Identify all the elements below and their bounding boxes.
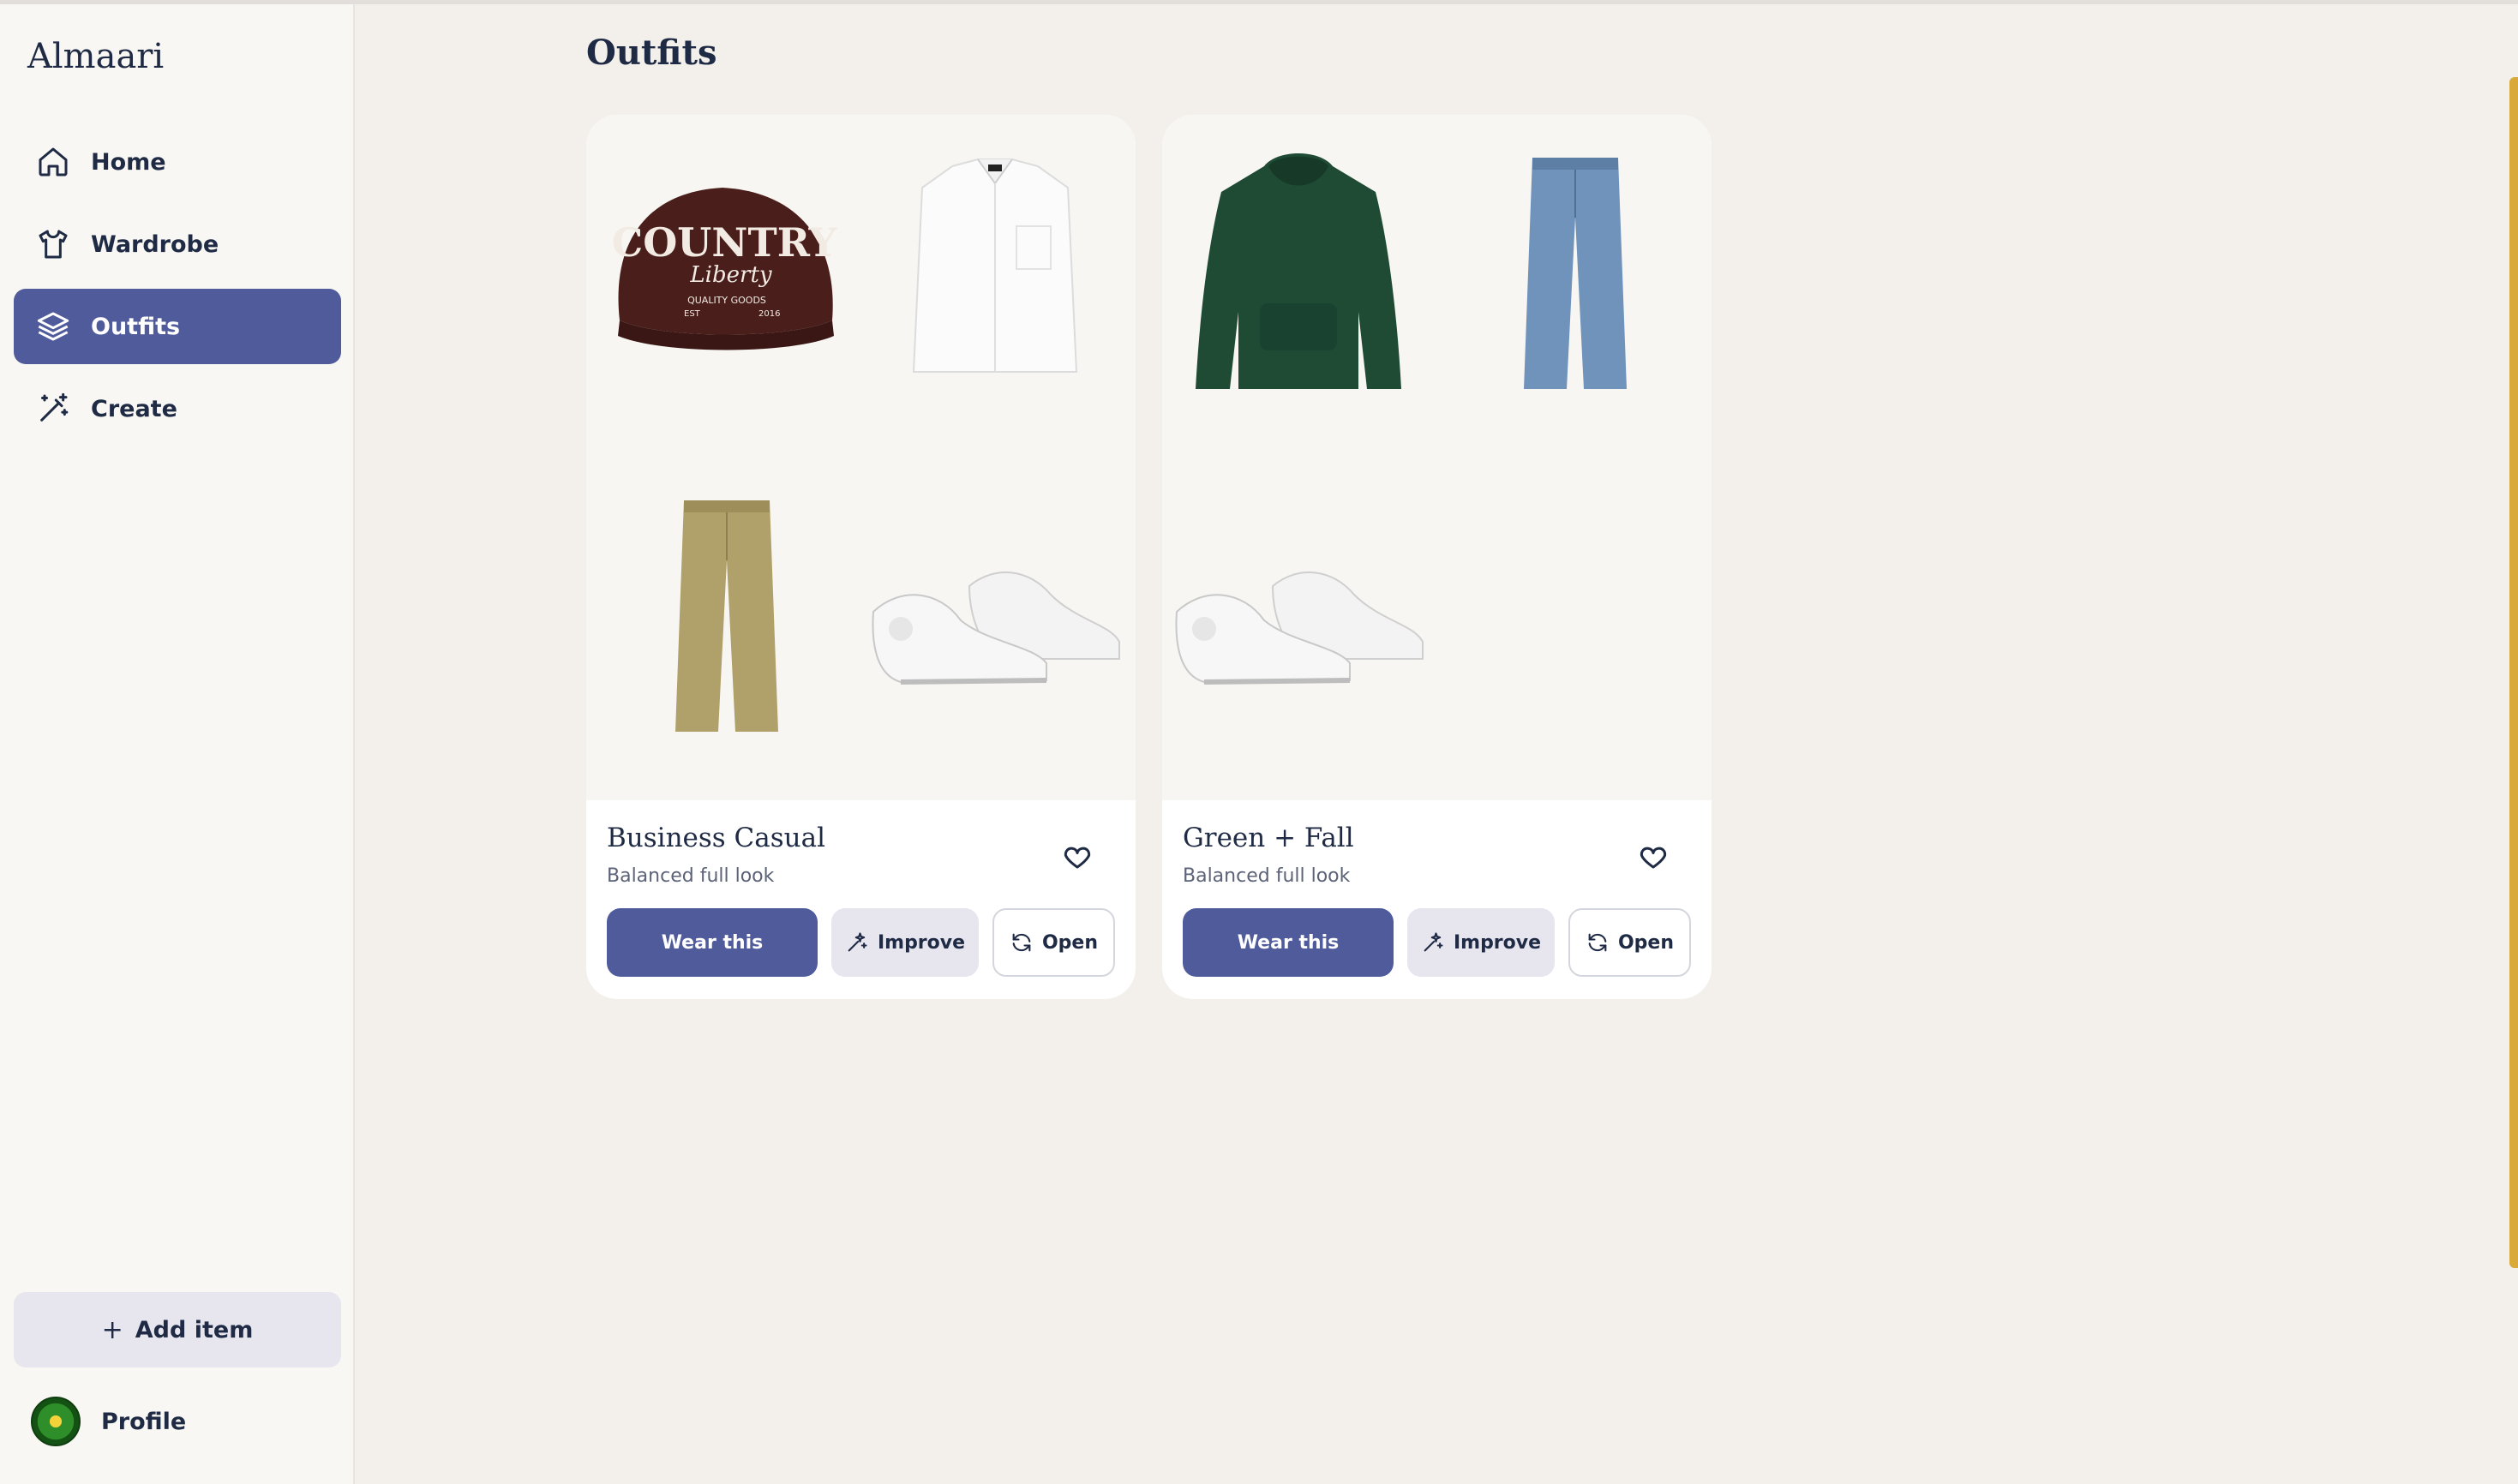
shirt-icon [34, 225, 72, 263]
heart-icon[interactable] [1062, 841, 1096, 876]
improve-label: Improve [1453, 931, 1542, 954]
open-label: Open [1617, 931, 1675, 954]
open-label: Open [1041, 931, 1099, 954]
top-border [0, 0, 2518, 4]
plus-icon: + [101, 1314, 123, 1345]
sidebar-item-create[interactable]: Create [14, 371, 341, 446]
shirt-image [862, 132, 1128, 406]
sidebar-item-wardrobe[interactable]: Wardrobe [14, 206, 341, 282]
sneakers-image [1166, 475, 1431, 749]
sidebar-item-home[interactable]: Home [14, 124, 341, 200]
sneakers-image [862, 475, 1128, 749]
sidebar-item-label: Outfits [91, 313, 181, 340]
outfit-image-grid [1162, 115, 1712, 800]
page-title: Outfits [586, 33, 717, 73]
home-icon [34, 143, 72, 181]
open-button[interactable]: Open [1568, 908, 1691, 977]
outfit-subtitle: Balanced full look [1183, 865, 1351, 887]
outfit-title: Green + Fall [1183, 823, 1354, 853]
outfit-title: Business Casual [607, 823, 826, 853]
layers-icon [34, 308, 72, 345]
add-item-label: Add item [135, 1316, 254, 1343]
outfit-card[interactable]: Green + Fall Balanced full look Wear thi… [1162, 115, 1712, 999]
wear-this-label: Wear this [661, 931, 764, 954]
profile-label: Profile [101, 1408, 187, 1435]
outfit-card[interactable]: COUNTRY Liberty QUALITY GOODS EST 2016 B… [586, 115, 1136, 999]
cap-image: COUNTRY Liberty QUALITY GOODS EST 2016 [590, 132, 855, 406]
hoodie-image [1166, 132, 1431, 406]
sidebar-item-label: Wardrobe [91, 230, 219, 258]
sidebar-item-label: Home [91, 148, 166, 176]
cap-text-year: 2016 [758, 309, 780, 319]
profile-link[interactable]: Profile [31, 1396, 186, 1447]
app-brand: Almaari [27, 37, 165, 76]
improve-button[interactable]: Improve [1407, 908, 1555, 977]
improve-button[interactable]: Improve [831, 908, 979, 977]
magic-wand-icon [34, 390, 72, 428]
wear-this-button[interactable]: Wear this [607, 908, 818, 977]
sparkles-icon [1424, 932, 1443, 952]
sidebar: Almaari Home Wardrobe Outfits Create + A… [0, 4, 355, 1484]
sidebar-nav: Home Wardrobe Outfits Create [14, 124, 341, 453]
cap-text-country: COUNTRY [612, 219, 838, 266]
outfit-subtitle: Balanced full look [607, 865, 775, 887]
outfit-image-grid: COUNTRY Liberty QUALITY GOODS EST 2016 [586, 115, 1136, 800]
refresh-icon [1588, 933, 1607, 952]
heart-icon[interactable] [1638, 841, 1672, 876]
chinos-image [590, 475, 855, 749]
sidebar-item-label: Create [91, 395, 177, 422]
wear-this-label: Wear this [1237, 931, 1340, 954]
improve-label: Improve [877, 931, 966, 954]
cap-text-quality: QUALITY GOODS [687, 295, 766, 306]
refresh-icon [1012, 933, 1031, 952]
jeans-image [1438, 132, 1704, 406]
open-button[interactable]: Open [992, 908, 1115, 977]
add-item-button[interactable]: + Add item [14, 1292, 341, 1367]
cap-text-est: EST [684, 309, 701, 319]
wear-this-button[interactable]: Wear this [1183, 908, 1394, 977]
scrollbar[interactable] [2509, 77, 2518, 1268]
sidebar-item-outfits[interactable]: Outfits [14, 289, 341, 364]
sparkles-icon [848, 932, 867, 952]
avatar [31, 1397, 81, 1446]
cap-text-liberty: Liberty [689, 262, 771, 288]
